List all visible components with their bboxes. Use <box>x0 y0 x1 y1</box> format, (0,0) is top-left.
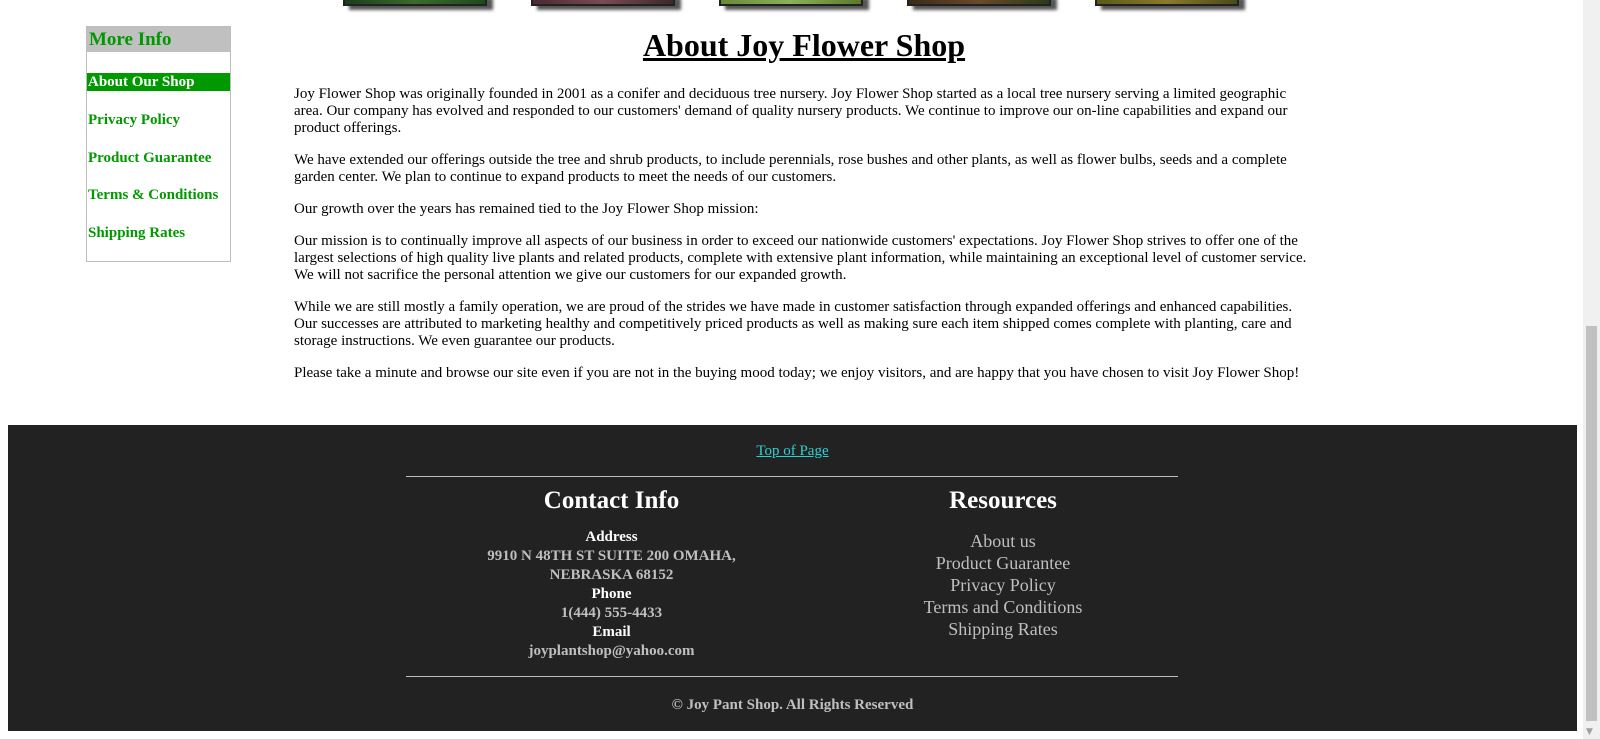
scroll-down-arrow-icon[interactable]: ▼ <box>1586 727 1593 737</box>
paragraph-history: Joy Flower Shop was originally founded i… <box>294 86 1288 136</box>
thumbnail-image[interactable] <box>907 0 1051 6</box>
sidebar-title: More Info <box>87 27 230 52</box>
resource-link-product-guarantee[interactable]: Product Guarantee <box>818 552 1188 574</box>
sidebar-item-privacy-policy[interactable]: Privacy Policy <box>87 111 230 129</box>
resource-link-shipping-rates[interactable]: Shipping Rates <box>818 618 1188 640</box>
sidebar-item-terms-conditions[interactable]: Terms & Conditions <box>87 186 230 204</box>
resources-section: Resources About us Product Guarantee Pri… <box>818 486 1188 640</box>
paragraph-family-operation: While we are still mostly a family opera… <box>294 299 1293 349</box>
footer-divider <box>406 476 1178 477</box>
resources-heading: Resources <box>949 487 1057 514</box>
more-info-sidebar: More Info About Our Shop Privacy Policy … <box>86 26 231 262</box>
sidebar-item-about-our-shop[interactable]: About Our Shop <box>87 73 230 91</box>
phone-value: 1(444) 555-4433 <box>560 605 663 621</box>
address-label: Address <box>585 529 638 545</box>
main-content: About Joy Flower Shop Joy Flower Shop wa… <box>294 24 1314 397</box>
footer-divider <box>406 676 1178 677</box>
page-title: About Joy Flower Shop <box>642 27 966 63</box>
page-scrollbar[interactable]: ▼ <box>1583 0 1600 739</box>
contact-info-section: Contact Info Address 9910 N 48TH ST SUIT… <box>406 486 817 661</box>
product-thumbnail-strip <box>0 0 1600 10</box>
phone-label: Phone <box>591 586 632 602</box>
contact-info-heading: Contact Info <box>543 487 680 514</box>
top-of-page-link[interactable]: Top of Page <box>8 442 1577 460</box>
paragraph-growth: Our growth over the years has remained t… <box>294 201 759 217</box>
sidebar-item-product-guarantee[interactable]: Product Guarantee <box>87 149 230 167</box>
thumbnail-image[interactable] <box>343 0 487 6</box>
email-value: joyplantshop@yahoo.com <box>528 643 695 659</box>
sidebar-item-shipping-rates[interactable]: Shipping Rates <box>87 224 230 242</box>
copyright-text: © Joy Pant Shop. All Rights Reserved <box>671 697 914 713</box>
address-line-1: 9910 N 48TH ST SUITE 200 OMAHA, <box>487 548 736 564</box>
paragraph-welcome: Please take a minute and browse our site… <box>294 365 1300 381</box>
email-label: Email <box>592 624 631 640</box>
paragraph-offerings: We have extended our offerings outside t… <box>294 152 1287 185</box>
paragraph-mission: Our mission is to continually improve al… <box>294 233 1307 283</box>
resource-link-privacy-policy[interactable]: Privacy Policy <box>818 574 1188 596</box>
scrollbar-thumb[interactable] <box>1586 326 1597 721</box>
footer: Top of Page Contact Info Address 9910 N … <box>8 425 1577 731</box>
address-line-2: NEBRASKA 68152 <box>549 567 674 583</box>
resource-link-about-us[interactable]: About us <box>818 530 1188 552</box>
resource-link-terms-conditions[interactable]: Terms and Conditions <box>818 596 1188 618</box>
thumbnail-image[interactable] <box>719 0 863 6</box>
thumbnail-image[interactable] <box>1095 0 1239 6</box>
thumbnail-image[interactable] <box>531 0 675 6</box>
